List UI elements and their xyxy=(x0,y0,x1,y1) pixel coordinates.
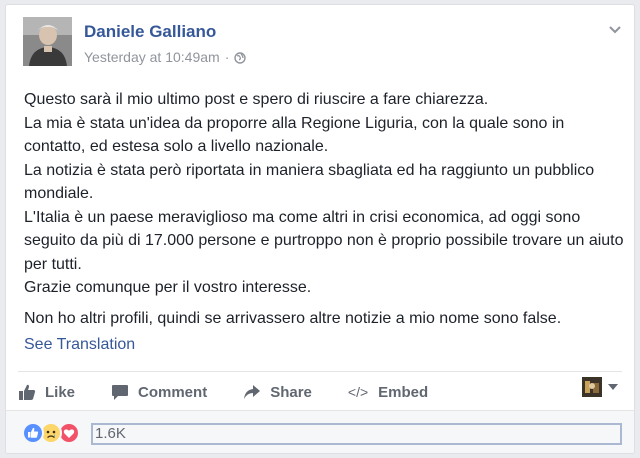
post-options-chevron-icon[interactable] xyxy=(609,21,621,34)
reaction-count[interactable]: 1.6K xyxy=(91,423,622,445)
post-as-selector[interactable] xyxy=(582,377,618,397)
share-label: Share xyxy=(270,383,312,401)
code-icon: </> xyxy=(347,384,369,400)
post-paragraph: La notizia è stata però riportata in man… xyxy=(24,161,595,203)
post-paragraph: L'Italia è un paese meraviglioso ma come… xyxy=(24,208,624,273)
post-text: Questo sarà il mio ultimo post e spero d… xyxy=(24,88,624,330)
comment-button[interactable]: Comment xyxy=(111,383,207,401)
post-paragraph: La mia è stata un'idea da proporre alla … xyxy=(24,114,565,156)
share-arrow-icon xyxy=(244,385,261,399)
globe-icon[interactable] xyxy=(234,51,247,64)
see-translation-link[interactable]: See Translation xyxy=(24,336,135,354)
meta-separator: · xyxy=(224,49,230,65)
post-paragraph: Questo sarà il mio ultimo post e spero d… xyxy=(24,91,489,108)
post-meta: Yesterday at 10:49am · xyxy=(84,49,247,65)
divider xyxy=(18,371,622,372)
thumbs-up-icon xyxy=(19,384,36,400)
post-timestamp[interactable]: Yesterday at 10:49am xyxy=(84,49,220,65)
share-button[interactable]: Share xyxy=(243,383,312,401)
action-bar: Like Comment Share </> Embed xyxy=(18,377,464,407)
chevron-down-icon xyxy=(608,384,618,390)
like-button[interactable]: Like xyxy=(18,383,75,401)
author-name[interactable]: Daniele Galliano xyxy=(84,22,216,42)
embed-label: Embed xyxy=(378,383,429,401)
like-label: Like xyxy=(45,383,76,401)
viewer-avatar xyxy=(582,377,602,397)
comment-icon xyxy=(112,385,129,400)
like-icon xyxy=(22,422,44,444)
author-avatar[interactable] xyxy=(23,17,72,66)
post-paragraph-final: Non ho altri profili, quindi se arrivass… xyxy=(24,309,562,327)
comment-label: Comment xyxy=(138,383,208,401)
post-paragraph: Grazie comunque per il vostro interesse. xyxy=(24,279,312,296)
reaction-icons[interactable] xyxy=(22,422,80,444)
post-card: Daniele Galliano Yesterday at 10:49am · … xyxy=(5,4,635,454)
reactions-footer: 1.6K xyxy=(6,410,634,453)
embed-button[interactable]: </> Embed xyxy=(348,384,428,401)
